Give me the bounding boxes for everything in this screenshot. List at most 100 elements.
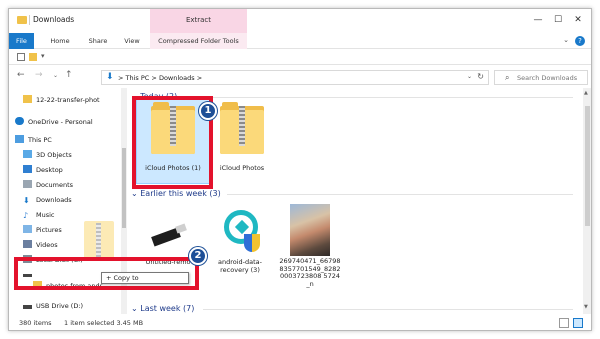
group-divider — [183, 97, 573, 98]
address-chevron-down-icon[interactable]: ⌄ — [467, 73, 472, 80]
large-icons-view-icon[interactable] — [573, 318, 583, 328]
scroll-up-icon[interactable]: ▲ — [584, 90, 588, 96]
group-divider — [203, 309, 573, 310]
nav-item-videos[interactable]: Videos — [23, 239, 58, 251]
tab-view[interactable]: View — [119, 33, 145, 49]
file-item-photo-269740471[interactable]: 269740471_66798 8357701549_8282 00037238… — [275, 204, 345, 288]
nav-item-label: Documents — [36, 181, 74, 189]
tab-home[interactable]: Home — [45, 33, 75, 49]
breadcrumb-this-pc[interactable]: This PC — [126, 74, 150, 82]
folder-icon — [17, 16, 27, 24]
nav-item-label: OneDrive - Personal — [28, 118, 93, 126]
properties-icon[interactable] — [17, 53, 25, 61]
group-header-last-week[interactable]: ⌄ Last week (7) — [131, 304, 194, 313]
back-arrow-icon[interactable]: ← — [17, 70, 25, 80]
folder-icon — [23, 95, 32, 103]
cloud-icon — [15, 117, 24, 125]
chevron-down-icon[interactable]: ⌄ — [563, 36, 569, 44]
group-divider — [227, 194, 573, 195]
file-item-android-data-recovery[interactable]: android-data-recovery (3) — [205, 208, 275, 274]
up-arrow-icon[interactable]: ↑ — [65, 70, 73, 80]
nav-item-label: Music — [36, 211, 55, 219]
nav-item-label: Desktop — [36, 166, 63, 174]
address-row: ← → ⌄ ↑ ⬇ > This PC > Downloads > ⌄ ↻ ⌕ — [9, 66, 591, 88]
item-count: 380 items — [19, 319, 52, 327]
usb-stick-icon — [148, 208, 192, 256]
content-scrollbar[interactable]: ▲ ▼ — [583, 88, 591, 314]
help-icon[interactable]: ? — [575, 36, 585, 46]
minimize-icon[interactable]: — — [529, 13, 547, 27]
download-arrow-icon: ⬇ — [106, 72, 114, 82]
photo-thumbnail — [290, 204, 330, 256]
installer-icon — [218, 208, 262, 256]
nav-item-onedrive[interactable]: OneDrive - Personal — [15, 116, 93, 128]
file-explorer-window: Downloads Extract — ☐ ✕ File Home Share … — [8, 8, 592, 331]
close-icon[interactable]: ✕ — [569, 13, 587, 27]
nav-item-desktop[interactable]: Desktop — [23, 164, 63, 176]
computer-icon — [15, 135, 24, 143]
address-bar[interactable]: ⬇ > This PC > Downloads > ⌄ ↻ — [101, 70, 489, 85]
refresh-icon[interactable]: ↻ — [477, 72, 484, 81]
window-title: Downloads — [33, 15, 75, 24]
nav-item-label: 12-22-transfer-phot — [36, 96, 100, 104]
document-icon — [23, 180, 32, 188]
nav-item-pictures[interactable]: Pictures — [23, 224, 62, 236]
tab-share[interactable]: Share — [83, 33, 113, 49]
search-input[interactable] — [517, 73, 585, 83]
nav-item-label: Pictures — [36, 226, 62, 234]
file-label: android-data-recovery (3) — [218, 258, 262, 274]
content-scrollbar-thumb[interactable] — [585, 106, 590, 226]
tab-compressed-folder-tools[interactable]: Compressed Folder Tools — [150, 33, 247, 49]
breadcrumb-sep: > — [151, 74, 157, 82]
recent-chevron-down-icon[interactable]: ⌄ — [53, 72, 58, 79]
file-label-line: _n — [306, 279, 314, 288]
nav-item-label: USB Drive (D:) — [36, 302, 84, 310]
search-icon: ⌕ — [505, 73, 510, 82]
nav-item-music[interactable]: ♪ Music — [23, 209, 55, 221]
nav-item-3d-objects[interactable]: 3D Objects — [23, 149, 72, 161]
breadcrumb-sep: > — [196, 74, 203, 82]
group-header-earlier-this-week[interactable]: ⌄ Earlier this week (3) — [131, 189, 221, 198]
nav-scrollbar-thumb[interactable] — [122, 148, 126, 228]
download-arrow-icon: ⬇ — [23, 196, 30, 205]
nav-item-this-pc[interactable]: This PC — [15, 134, 52, 146]
annotation-marker-2: 2 — [189, 247, 207, 265]
status-bar: 380 items 1 item selected 3.45 MB — [9, 314, 591, 330]
video-icon — [23, 240, 32, 248]
selection-info: 1 item selected 3.45 MB — [64, 319, 144, 327]
breadcrumb-downloads[interactable]: Downloads — [159, 74, 195, 82]
nav-item-transfer-folder[interactable]: 12-22-transfer-phot — [23, 94, 100, 106]
group-label: Earlier this week (3) — [140, 189, 221, 198]
cube-icon — [23, 150, 32, 158]
annotation-marker-1: 1 — [199, 102, 217, 120]
file-label: 269740471_66798 8357701549_8282 00037238… — [275, 257, 345, 288]
new-folder-icon[interactable] — [29, 53, 37, 61]
breadcrumb: > This PC > Downloads > — [118, 74, 202, 82]
search-box[interactable]: ⌕ — [494, 70, 588, 85]
qat-chevron-down-icon[interactable]: ▾ — [41, 52, 49, 60]
nav-item-label: 3D Objects — [36, 151, 72, 159]
file-item-icloud-photos[interactable]: iCloud Photos — [207, 102, 277, 172]
nav-item-label: Downloads — [36, 196, 72, 204]
title-divider — [29, 15, 30, 25]
tab-extract[interactable]: Extract — [150, 9, 247, 33]
tab-file[interactable]: File — [9, 33, 34, 49]
nav-item-downloads[interactable]: ⬇ Downloads — [23, 194, 72, 206]
nav-item-documents[interactable]: Documents — [23, 179, 73, 191]
maximize-icon[interactable]: ☐ — [549, 13, 567, 27]
forward-arrow-icon[interactable]: → — [35, 70, 43, 80]
group-label: Last week (7) — [140, 304, 195, 313]
nav-item-label: Videos — [36, 241, 58, 249]
nav-item-usb-drive[interactable]: USB Drive (D:) — [23, 300, 83, 312]
desktop-icon — [23, 165, 32, 173]
file-label: iCloud Photos — [219, 164, 265, 172]
pictures-icon — [23, 225, 32, 233]
ribbon-tabs: File Home Share View Compressed Folder T… — [9, 33, 591, 49]
quick-access-toolbar: ▾ — [9, 49, 591, 65]
nav-item-label: This PC — [28, 136, 52, 144]
usb-icon — [23, 305, 32, 309]
scroll-down-icon[interactable]: ▼ — [584, 304, 588, 310]
details-view-icon[interactable] — [559, 318, 569, 328]
title-bar: Downloads Extract — ☐ ✕ — [9, 9, 591, 33]
music-icon: ♪ — [23, 211, 29, 220]
